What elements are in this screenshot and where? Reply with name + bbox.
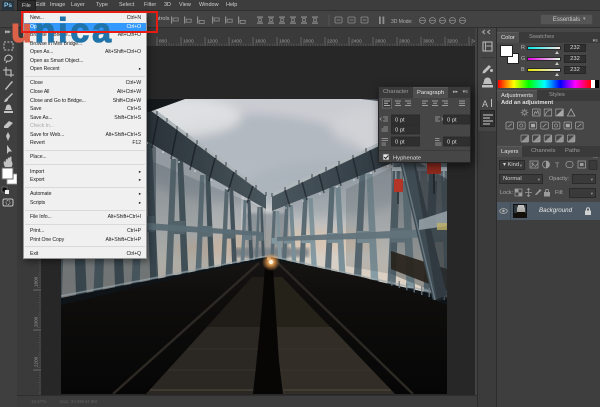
svg-text:1200: 1200 (207, 39, 218, 45)
svg-text:2200: 2200 (327, 39, 338, 45)
svg-text:2200: 2200 (34, 356, 39, 367)
svg-text:2000: 2000 (34, 316, 39, 327)
svg-text:3D Mode:: 3D Mode: (391, 19, 413, 25)
svg-text:1400: 1400 (231, 39, 242, 45)
svg-text:1800: 1800 (279, 39, 290, 45)
svg-text:0 pt: 0 pt (447, 140, 457, 146)
svg-text:0 pt: 0 pt (447, 118, 457, 124)
svg-text:3000: 3000 (423, 39, 434, 45)
svg-text:1800: 1800 (34, 276, 39, 287)
svg-text:0 pt: 0 pt (395, 140, 405, 146)
svg-text:3200: 3200 (447, 39, 458, 45)
svg-text:Hyphenate: Hyphenate (393, 156, 421, 162)
svg-text:2800: 2800 (399, 39, 410, 45)
svg-text:2600: 2600 (375, 39, 386, 45)
svg-text:0 pt: 0 pt (395, 118, 405, 124)
svg-text:A: A (482, 99, 488, 109)
svg-text:2400: 2400 (351, 39, 362, 45)
svg-text:800: 800 (159, 39, 167, 45)
svg-text:0 pt: 0 pt (395, 128, 405, 134)
svg-text:2000: 2000 (303, 39, 314, 45)
svg-text:1600: 1600 (255, 39, 266, 45)
svg-text:1000: 1000 (183, 39, 194, 45)
svg-text:T: T (555, 163, 560, 170)
